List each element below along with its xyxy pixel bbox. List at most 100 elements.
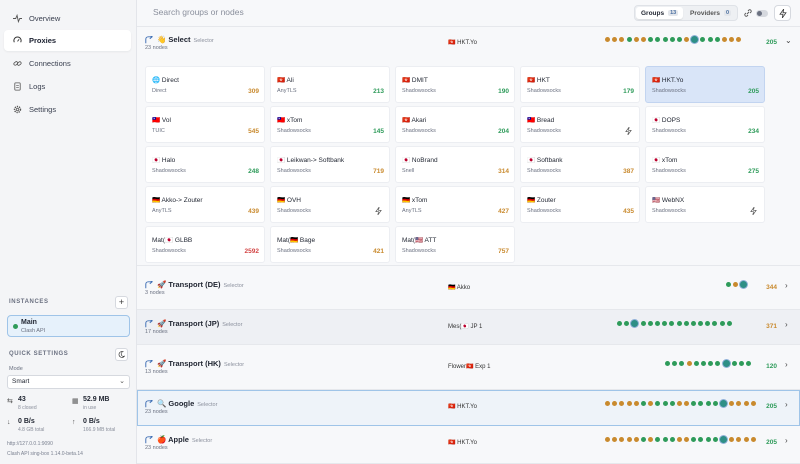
latency-dot[interactable] (684, 401, 690, 406)
latency-dot[interactable] (698, 321, 704, 326)
latency-dot[interactable] (633, 401, 639, 406)
lightning-icon[interactable] (375, 207, 382, 215)
latency-dot[interactable] (647, 321, 653, 326)
latency-dot[interactable] (619, 37, 625, 42)
latency-dot[interactable] (712, 321, 718, 326)
latency-dot[interactable] (626, 437, 632, 442)
latency-dot[interactable] (605, 437, 610, 442)
latency-dot[interactable] (640, 37, 646, 42)
proxy-group[interactable]: 🚀 Transport (JP) Selector 17 nodes Mes(🇯🇵… (137, 310, 800, 345)
latency-dot[interactable] (729, 37, 735, 42)
node-card[interactable]: 🇩🇪 Akko-> Zouter AnyTLS 439 (145, 186, 265, 223)
latency-dot[interactable] (719, 321, 725, 326)
latency-dot[interactable] (640, 321, 646, 326)
latency-dot[interactable] (655, 37, 661, 42)
node-card[interactable]: Mat(🇯🇵 GLBB Shadowsocks 2592 (145, 226, 265, 263)
latency-dot[interactable] (691, 36, 699, 43)
latency-dot[interactable] (720, 436, 727, 443)
latency-dot[interactable] (672, 361, 678, 366)
latency-dot[interactable] (612, 437, 618, 442)
nav-item-settings[interactable]: Settings (4, 99, 131, 120)
nav-item-proxies[interactable]: Proxies (4, 30, 131, 51)
latency-dot[interactable] (648, 401, 654, 406)
node-card[interactable]: 🇭🇰 Akari Shadowsocks 204 (395, 106, 515, 143)
latency-dot[interactable] (654, 321, 660, 326)
nav-item-overview[interactable]: Overview (4, 8, 131, 29)
latency-dot[interactable] (624, 321, 630, 326)
chevron-right-icon[interactable]: › (785, 320, 788, 329)
node-card[interactable]: 🇹🇼 Bread Shadowsocks (520, 106, 640, 143)
latency-dot[interactable] (676, 437, 682, 442)
latency-dot[interactable] (669, 437, 675, 442)
search-input[interactable]: Search groups or nodes (153, 7, 244, 17)
latency-dot[interactable] (705, 401, 711, 406)
latency-dot[interactable] (655, 401, 661, 406)
latency-dot[interactable] (676, 37, 682, 42)
latency-dot[interactable] (700, 37, 706, 42)
latency-dot[interactable] (705, 321, 711, 326)
theme-toggle-button[interactable] (115, 348, 128, 361)
latency-dot[interactable] (669, 321, 675, 326)
node-card[interactable]: 🇯🇵 xTom Shadowsocks 275 (645, 146, 765, 183)
latency-dot[interactable] (662, 321, 668, 326)
latency-dot[interactable] (619, 437, 625, 442)
proxy-group[interactable]: 🔍 Google Selector 23 nodes 🇭🇰 HKT.Yo 205 … (137, 390, 800, 426)
node-card[interactable]: 🇹🇼 xTom Shadowsocks 145 (270, 106, 390, 143)
chevron-right-icon[interactable]: › (785, 281, 788, 290)
latency-dot[interactable] (705, 437, 711, 442)
latency-dot[interactable] (726, 282, 731, 287)
latency-dot[interactable] (679, 361, 685, 366)
node-card[interactable]: 🇩🇪 Zouter Shadowsocks 435 (520, 186, 640, 223)
latency-dot[interactable] (698, 437, 704, 442)
node-card[interactable]: 🇭🇰 HKT.Yo Shadowsocks 205 (645, 66, 765, 103)
tab-groups[interactable]: Groups 13 (636, 7, 684, 19)
latency-dot[interactable] (722, 37, 727, 42)
latency-dot[interactable] (631, 320, 639, 327)
latency-dot[interactable] (676, 321, 682, 326)
latency-dot[interactable] (707, 37, 713, 42)
latency-dot[interactable] (676, 401, 682, 406)
latency-dot[interactable] (640, 401, 646, 406)
lightning-icon[interactable] (750, 207, 757, 215)
node-card[interactable]: 🇯🇵 DOPS Shadowsocks 234 (645, 106, 765, 143)
latency-dot[interactable] (684, 437, 690, 442)
latency-dot[interactable] (686, 361, 692, 366)
latency-dot[interactable] (729, 401, 735, 406)
nav-item-connections[interactable]: Connections (4, 53, 131, 74)
proxy-group[interactable]: 🚀 Transport (DE) Selector 3 nodes 🇩🇪 Akko… (137, 266, 800, 310)
latency-dot[interactable] (662, 37, 668, 42)
latency-dot[interactable] (648, 37, 654, 42)
node-card[interactable]: 🇩🇪 xTom AnyTLS 427 (395, 186, 515, 223)
latency-dot[interactable] (640, 437, 646, 442)
node-card[interactable]: 🇭🇰 HKT Shadowsocks 179 (520, 66, 640, 103)
chevron-down-icon[interactable]: ⌄ (785, 36, 792, 45)
latency-dot[interactable] (683, 321, 689, 326)
latency-dot[interactable] (662, 401, 668, 406)
latency-dot[interactable] (669, 401, 675, 406)
latency-dot[interactable] (605, 37, 610, 42)
node-card[interactable]: Mat(🇩🇪 Bage Shadowsocks 421 (270, 226, 390, 263)
latency-dot[interactable] (669, 37, 675, 42)
latency-dot[interactable] (722, 360, 730, 367)
latency-dot[interactable] (715, 361, 721, 366)
link-icon[interactable] (743, 8, 753, 18)
proxy-group[interactable]: 🍎 Apple Selector 23 nodes 🇭🇰 HKT.Yo 205 › (137, 426, 800, 464)
latency-dot[interactable] (617, 321, 622, 326)
latency-dot[interactable] (693, 361, 699, 366)
latency-dot[interactable] (690, 321, 696, 326)
latency-dot[interactable] (648, 437, 654, 442)
mode-select[interactable]: Smart ⌄ (7, 375, 130, 389)
chevron-right-icon[interactable]: › (785, 400, 788, 409)
latency-dot[interactable] (712, 401, 718, 406)
chevron-right-icon[interactable]: › (785, 436, 788, 445)
node-card[interactable]: 🇯🇵 NoBrand Snell 314 (395, 146, 515, 183)
proxy-group[interactable]: 🚀 Transport (HK) Selector 13 nodes Flower… (137, 345, 800, 390)
latency-dot[interactable] (619, 401, 625, 406)
nav-item-logs[interactable]: Logs (4, 76, 131, 97)
latency-dot[interactable] (655, 437, 661, 442)
latency-dot[interactable] (700, 361, 706, 366)
latency-dot[interactable] (612, 401, 618, 406)
latency-dot[interactable] (712, 437, 718, 442)
node-card[interactable]: 🇯🇵 Leikwan-> Softbank Shadowsocks 719 (270, 146, 390, 183)
latency-dot[interactable] (662, 437, 668, 442)
